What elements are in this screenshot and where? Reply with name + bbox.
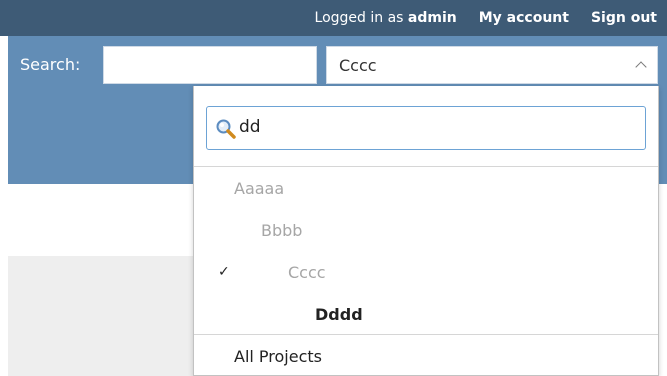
- project-option-label: Cccc: [288, 262, 326, 282]
- all-projects-option[interactable]: All Projects: [194, 336, 658, 376]
- dropdown-separator: [194, 166, 658, 167]
- checkmark-icon: ✓: [218, 264, 230, 280]
- project-option-aaaaa: Aaaaa: [194, 168, 658, 208]
- project-dropdown: dd Aaaaa Bbbb ✓ Cccc Dddd All Projects: [193, 86, 659, 376]
- magnifier-icon: [216, 119, 236, 139]
- project-filter-input[interactable]: dd: [206, 106, 646, 150]
- search-input[interactable]: [103, 46, 317, 84]
- dropdown-separator: [194, 334, 658, 335]
- top-menu-bar: Logged in as admin My account Sign out: [0, 0, 667, 36]
- sign-out-link[interactable]: Sign out: [591, 10, 657, 26]
- project-option-cccc: ✓ Cccc: [194, 252, 658, 292]
- search-label: Search:: [20, 55, 81, 74]
- selected-project-label: Cccc: [339, 56, 377, 75]
- project-option-label: Aaaaa: [234, 178, 285, 198]
- content-background: [8, 256, 193, 376]
- my-account-link[interactable]: My account: [479, 10, 569, 26]
- project-option-label: Dddd: [315, 304, 363, 324]
- all-projects-label: All Projects: [234, 346, 322, 366]
- project-filter-value: dd: [239, 117, 261, 137]
- account-menu: Logged in as admin My account Sign out: [315, 0, 657, 36]
- project-option-label: Bbbb: [261, 220, 303, 240]
- chevron-up-icon: [635, 61, 647, 73]
- logged-in-user: admin: [407, 10, 457, 26]
- project-option-bbbb: Bbbb: [194, 210, 658, 250]
- project-option-dddd[interactable]: Dddd: [194, 294, 658, 334]
- logged-in-label: Logged in as: [314, 10, 404, 26]
- logged-in-status: Logged in as admin: [315, 10, 457, 26]
- project-jump-select[interactable]: Cccc: [326, 46, 658, 84]
